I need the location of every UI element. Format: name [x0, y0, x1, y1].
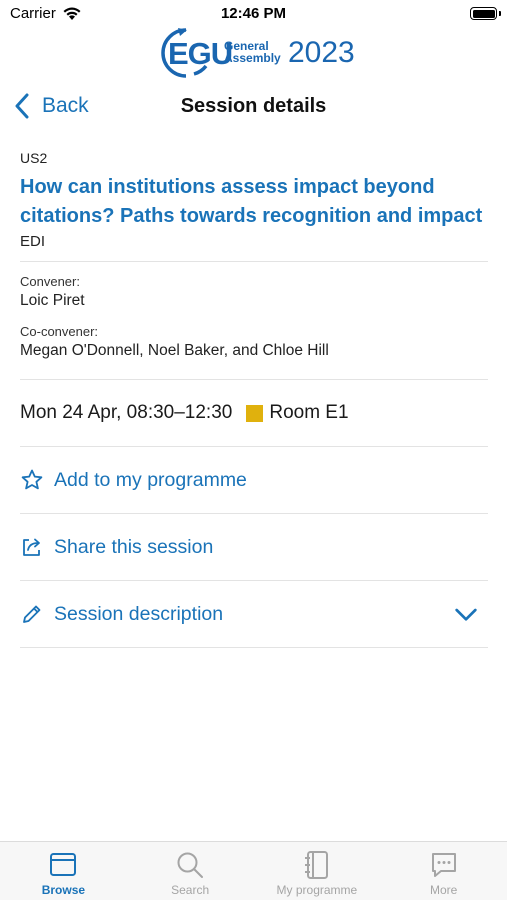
- tab-browse[interactable]: Browse: [0, 842, 127, 900]
- convener-name: Loic Piret: [20, 292, 85, 309]
- tab-label: More: [429, 883, 458, 897]
- session-description-label: Session description: [54, 602, 224, 625]
- convener-label: Convener:: [20, 274, 80, 289]
- tab-label: Search: [171, 883, 210, 897]
- session-division: EDI: [20, 233, 46, 250]
- coconvener-names: Megan O'Donnell, Noel Baker, and Chloe H…: [20, 342, 329, 359]
- conveners-section: Convener: Loic Piret Co-convener: Megan …: [20, 262, 488, 360]
- add-to-programme-button[interactable]: Add to my programme: [20, 447, 488, 513]
- battery-icon: [470, 7, 497, 20]
- egu-logo: EGU General Assembly 2023: [154, 26, 364, 80]
- coconvener-label: Co-convener:: [20, 324, 99, 339]
- share-icon: [23, 538, 40, 556]
- tab-bar: Browse Search My programme More: [0, 841, 507, 900]
- logo-egu-text: EGU: [168, 36, 233, 71]
- status-bar: Carrier 12:46 PM: [0, 0, 507, 28]
- page-title: Session details: [180, 95, 327, 117]
- share-session-label: Share this session: [54, 535, 214, 558]
- nav-bar: Back Session details: [0, 84, 507, 128]
- divider: [20, 647, 488, 648]
- chat-more-icon: [431, 853, 456, 877]
- session-description-toggle[interactable]: Session description: [20, 581, 488, 647]
- add-to-programme-label: Add to my programme: [54, 468, 247, 491]
- chevron-down-icon: [455, 608, 477, 621]
- star-icon: [21, 469, 43, 490]
- tab-my-programme[interactable]: My programme: [254, 842, 381, 900]
- session-code: US2: [20, 150, 48, 166]
- session-time-row: Mon 24 Apr, 08:30–12:30 Room E1: [20, 380, 488, 446]
- session-details: US2 How can institutions assess impact b…: [20, 150, 488, 648]
- tab-more[interactable]: More: [380, 842, 507, 900]
- pencil-icon: [23, 605, 41, 623]
- logo-year: 2023: [288, 36, 355, 69]
- session-room: Room E1: [269, 402, 349, 423]
- tab-search[interactable]: Search: [127, 842, 254, 900]
- tab-label: Browse: [41, 883, 86, 897]
- share-session-button[interactable]: Share this session: [20, 514, 488, 580]
- session-title: How can institutions assess impact beyon…: [20, 176, 483, 227]
- tab-label: My programme: [276, 883, 358, 897]
- notebook-icon: [304, 851, 328, 879]
- search-icon: [177, 852, 204, 878]
- session-datetime: Mon 24 Apr, 08:30–12:30: [20, 402, 233, 423]
- logo-general-assembly: General Assembly: [224, 39, 281, 65]
- room-color-swatch: [246, 404, 264, 422]
- browse-icon: [50, 853, 77, 876]
- status-time: 12:46 PM: [220, 5, 287, 22]
